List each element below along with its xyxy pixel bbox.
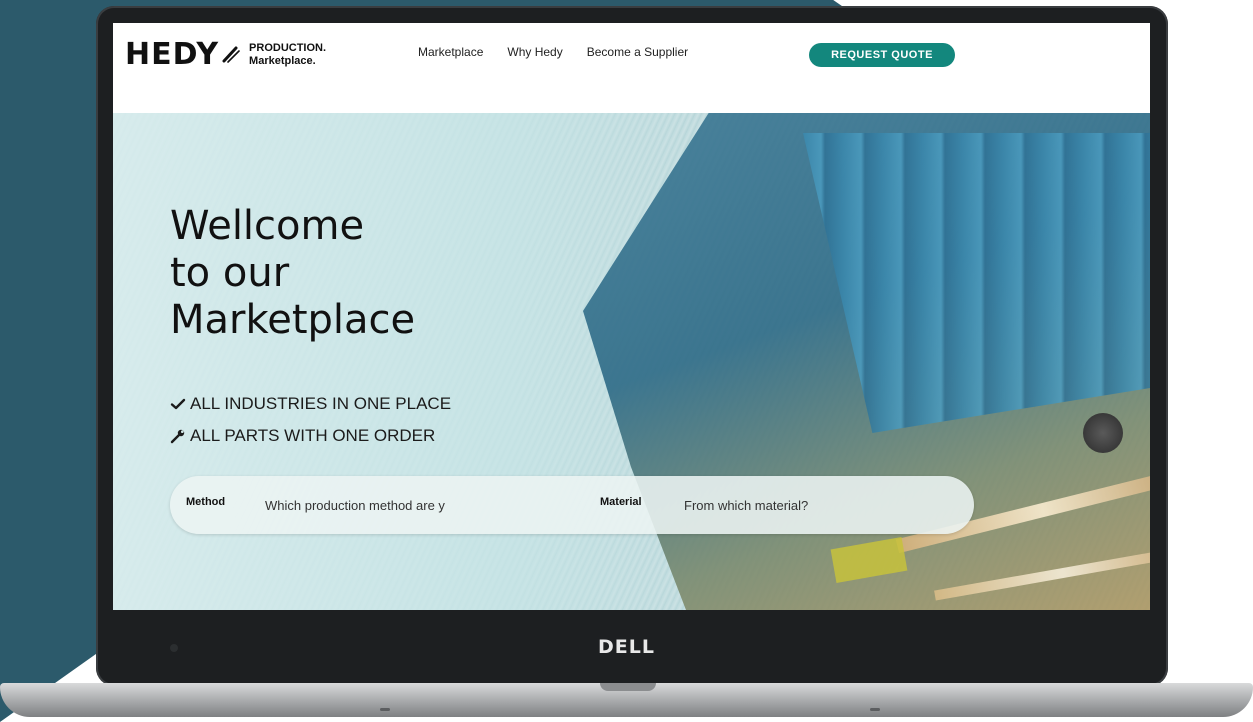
site-header: HEDY PRODUCTION. Marketplace. Marketplac…	[113, 23, 1150, 113]
logo-chain-icon	[222, 46, 240, 63]
material-input[interactable]	[684, 492, 934, 518]
main-nav: Marketplace Why Hedy Become a Supplier	[418, 45, 688, 59]
method-label: Method	[186, 496, 226, 508]
request-quote-button[interactable]: REQUEST QUOTE	[809, 43, 955, 67]
hero-machine-knob	[1083, 413, 1123, 453]
logo-wordmark: HEDY	[125, 37, 220, 72]
laptop-brand-logo: DELL	[598, 636, 655, 658]
hero-title-line: to our	[170, 250, 290, 296]
nav-item-why-hedy[interactable]: Why Hedy	[507, 45, 562, 59]
laptop-foot	[380, 708, 390, 711]
nav-item-marketplace[interactable]: Marketplace	[418, 45, 483, 59]
feature-text: ALL INDUSTRIES IN ONE PLACE	[190, 394, 452, 413]
check-icon	[170, 398, 186, 410]
material-label: Material	[600, 496, 642, 508]
feature-item: ALL PARTS WITH ONE ORDER	[170, 420, 451, 452]
laptop-foot	[870, 708, 880, 711]
hero-title-line: Marketplace	[170, 297, 416, 343]
nav-item-become-supplier[interactable]: Become a Supplier	[587, 45, 688, 59]
laptop-hinge-notch	[600, 683, 656, 691]
method-input[interactable]	[265, 492, 515, 518]
feature-item: ALL INDUSTRIES IN ONE PLACE	[170, 388, 451, 420]
logo-tagline-line1: PRODUCTION.	[249, 42, 327, 55]
browser-viewport: HEDY PRODUCTION. Marketplace. Marketplac…	[113, 23, 1150, 610]
logo-tagline: PRODUCTION. Marketplace.	[249, 42, 326, 66]
hero-section: Wellcome to our Marketplace ALL INDUSTRI…	[113, 113, 1150, 610]
feature-list: ALL INDUSTRIES IN ONE PLACE ALL PARTS WI…	[170, 388, 451, 452]
page-backdrop: DELL HEDY PRODUCTION. Marketplace. Marke…	[0, 0, 1253, 722]
wrench-icon	[170, 429, 185, 444]
search-bar: Method Material	[170, 476, 974, 534]
site-logo[interactable]: HEDY PRODUCTION. Marketplace.	[125, 37, 326, 72]
hero-title: Wellcome to our Marketplace	[170, 203, 550, 344]
hero-title-line: Wellcome	[170, 203, 365, 249]
feature-text: ALL PARTS WITH ONE ORDER	[190, 426, 436, 445]
logo-tagline-line2: Marketplace.	[249, 54, 316, 67]
